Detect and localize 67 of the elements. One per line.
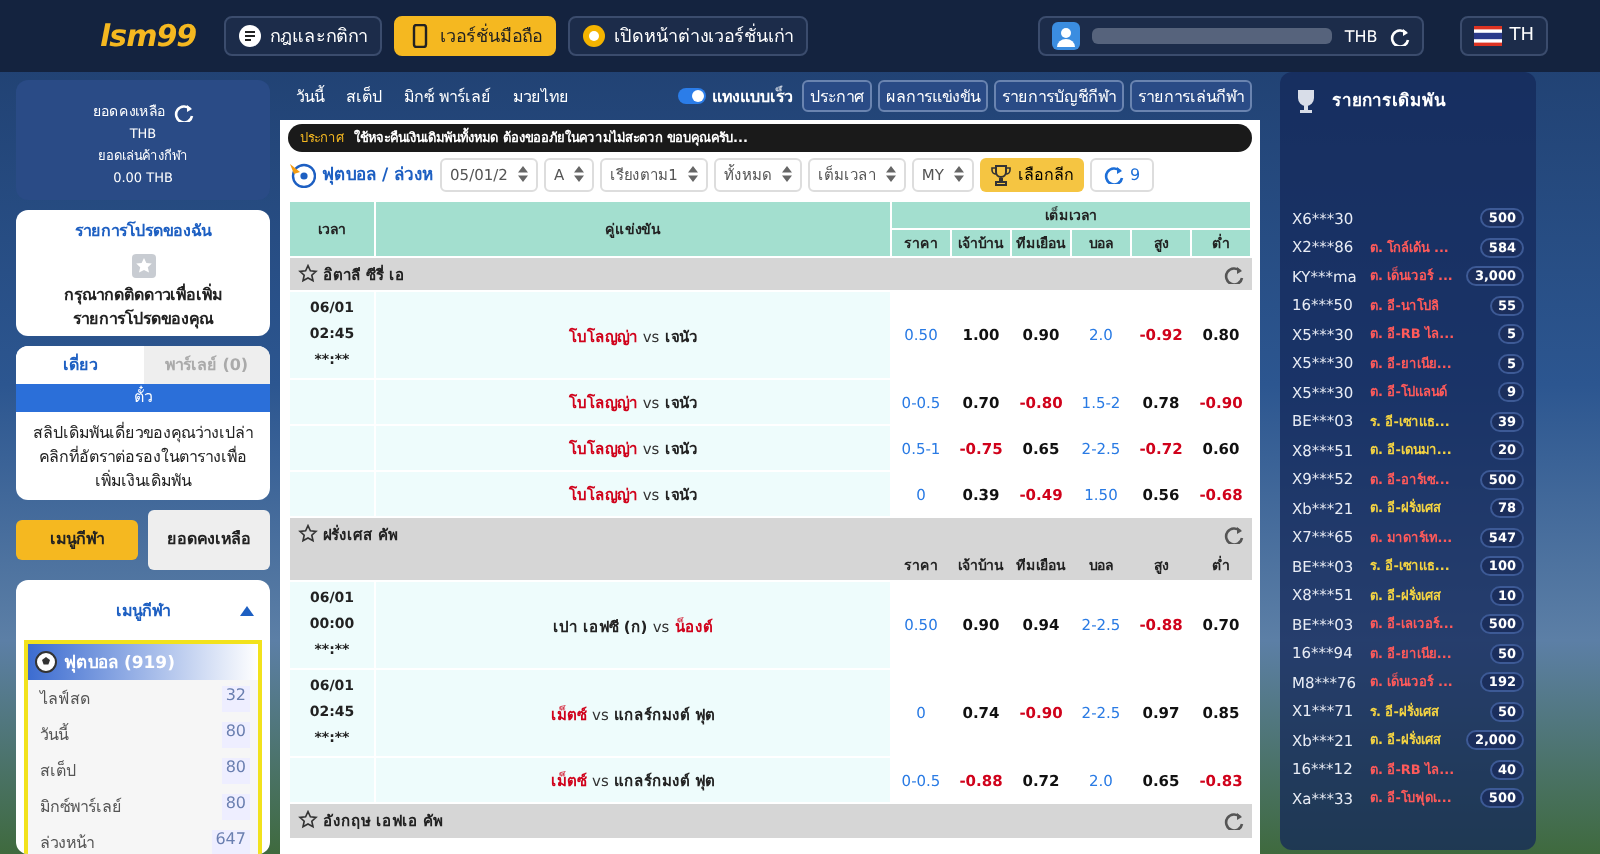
phone-icon [408,24,433,48]
logo: lsm99 [100,18,197,54]
refresh-icon [1389,26,1410,46]
bet-slip-message: สลิปเดิมพันเดี่ยวของคุณว่างเปล่า คลิกที่อัตราต่อรองในตารางเพื่อเพิ่มเงินเดิมพัน [31,420,255,495]
top-button[interactable]: เวอร์ชั่นมือถือ [394,16,557,56]
user-icon [1052,22,1081,50]
menu-item[interactable]: สเต็ป 80 [28,751,258,788]
refresh-icon [1223,264,1243,284]
menu-item-count: 80 [221,757,250,784]
nav-button[interactable]: รายการบัญชีกีฬา [994,80,1124,112]
menu-item-label: สเต็ป [40,758,76,784]
flag-icon [1473,26,1502,46]
top-button[interactable]: เปิดหน้าต่างเวอร์ชั่นเก่า [568,16,809,56]
nav-tab[interactable]: วันนี้ [288,83,332,109]
refresh-icon [1223,810,1243,831]
document-icon [238,24,263,48]
sort-arrows-icon [574,166,585,182]
sort-arrows-icon [953,166,964,182]
nav-tab[interactable]: มิกซ์ พาร์เลย์ [396,83,500,109]
sort-arrows-icon [687,166,698,182]
star-outline-icon [297,524,317,545]
sports-menu-title: เมนูกีฬา [116,599,170,624]
nav-button[interactable]: ผลการแข่งขัน [878,80,988,112]
quick-bet-toggle[interactable] [678,88,706,104]
menu-item[interactable]: ไลฟ์สด 32 [28,679,258,716]
star-icon [131,254,155,279]
star-outline-icon [297,264,317,284]
refresh-icon [1103,164,1124,184]
breadcrumb: ฟุตบอล / ล่วงห [322,164,435,188]
menu-item[interactable]: ล่วงหน้า 647 [28,823,258,854]
menu-item-label: ไลฟ์สด [40,687,90,712]
sort-arrows-icon [517,166,528,182]
recent-bets-title: รายการเดิมพัน [1332,89,1446,114]
nav-button[interactable]: รายการเล่นกีฬา [1130,80,1252,112]
league-button[interactable]: เลือกลีก [979,157,1084,191]
menu-item-count: 80 [221,721,250,748]
refresh-icon [1223,524,1243,545]
language-button[interactable]: TH [1459,16,1548,56]
menu-item-count: 32 [221,685,250,712]
star-outline-icon [297,810,317,831]
refresh-button[interactable]: 9 [1089,157,1155,191]
menu-item-label: ล่วงหน้า [40,831,94,854]
top-button[interactable]: กฎและกติกา [224,16,383,56]
nav-tab[interactable]: มวยไทย [505,83,578,109]
caret-icon[interactable] [240,605,254,616]
sidebar-button[interactable]: ยอดคงเหลือ [148,509,270,570]
menu-item[interactable]: มิกซ์พาร์เลย์ 80 [28,787,258,824]
sort-arrows-icon [781,166,792,182]
currency-label: THB [1344,27,1378,45]
refresh-icon [173,101,193,121]
quick-bet-label: แทงแบบเร็ว [712,83,792,109]
menu-item-count: 647 [211,829,250,854]
menu-item-count: 80 [221,793,250,820]
disc-icon [582,24,607,48]
trophy-icon [1292,86,1320,114]
nav-button[interactable]: ประกาศ [802,80,872,112]
sidebar-button[interactable]: เมนูกีฬา [16,519,138,560]
favorites-title: รายการโปรดของฉัน [73,219,214,245]
ticket-header: ตั๋ว [16,384,270,413]
trophy-icon [989,163,1012,185]
favorites-message: กรุณากดติดดาวเพื่อเพิ่ม รายการโปรดของคุณ [62,284,224,333]
sort-arrows-icon [885,166,896,182]
ball-icon [34,649,58,674]
menu-item-label: วันนี้ [40,721,68,748]
menu-item[interactable]: วันนี้ 80 [28,715,258,752]
nav-tab[interactable]: สเต็ป [338,83,390,109]
menu-item-label: มิกซ์พาร์เลย์ [40,795,122,820]
